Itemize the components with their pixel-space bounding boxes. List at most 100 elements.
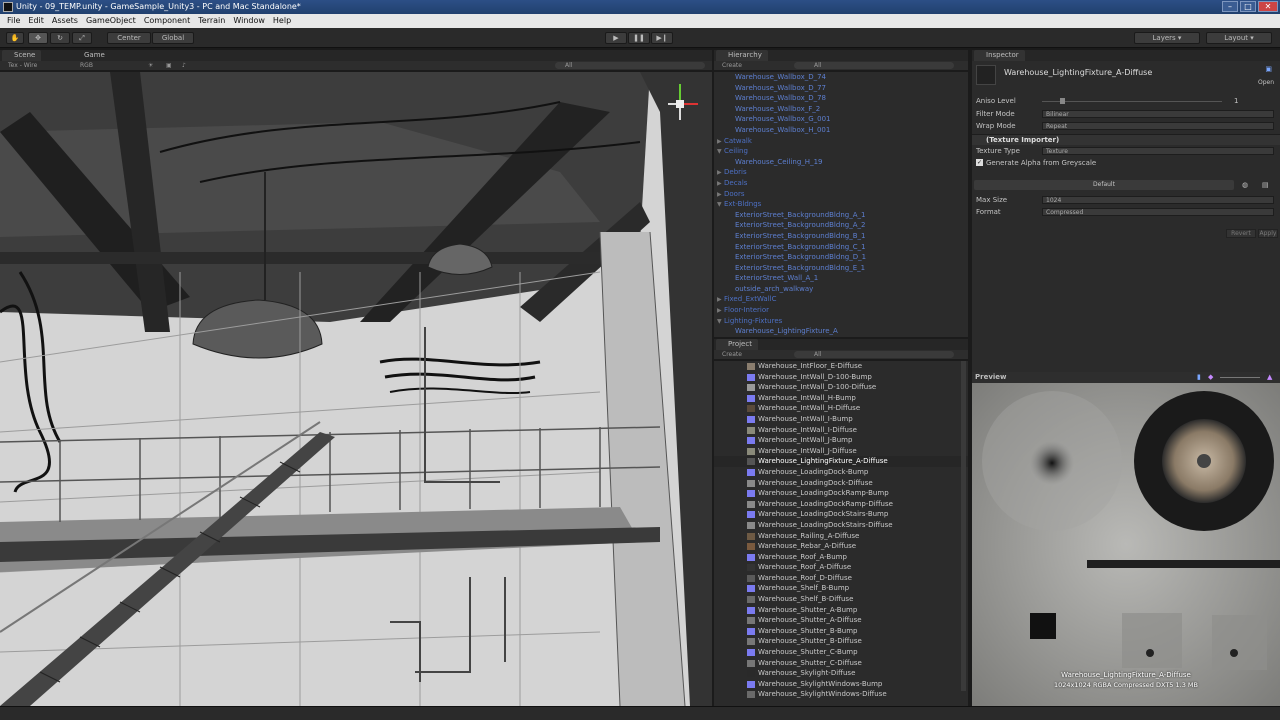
layers-dropdown[interactable]: Layers ▾	[1134, 32, 1200, 44]
hand-tool-icon[interactable]: ✋	[6, 32, 24, 44]
menu-help[interactable]: Help	[269, 14, 295, 28]
format-dropdown[interactable]: Compressed	[1042, 208, 1274, 216]
project-asset-item[interactable]: Warehouse_Rebar_A-Diffuse	[714, 541, 968, 552]
tab-project[interactable]: Project	[716, 339, 758, 350]
minimize-icon[interactable]: –	[1222, 1, 1238, 12]
project-asset-item[interactable]: Warehouse_Roof_D-Diffuse	[714, 573, 968, 584]
project-asset-item[interactable]: Warehouse_LoadingDock-Bump	[714, 467, 968, 478]
menu-terrain[interactable]: Terrain	[194, 14, 229, 28]
project-asset-item[interactable]: Warehouse_LightingFixture_A-Diffuse	[714, 456, 968, 467]
expand-down-icon[interactable]: ▼	[717, 147, 724, 158]
project-asset-item[interactable]: Warehouse_LoadingDockRamp-Bump	[714, 488, 968, 499]
menu-assets[interactable]: Assets	[48, 14, 82, 28]
importer-header[interactable]: (Texture Importer)	[972, 134, 1280, 145]
hierarchy-item[interactable]: ▶ Floor-Interior	[714, 305, 968, 316]
settings-icon[interactable]: ▣	[1265, 65, 1272, 73]
image-toggle-icon[interactable]: ▣	[166, 61, 172, 70]
hierarchy-item[interactable]: ▶ Fixed_ExtWallC	[714, 294, 968, 305]
aniso-value[interactable]: 1	[1234, 97, 1238, 105]
play-button[interactable]: ▶	[605, 32, 627, 44]
tab-scene[interactable]: Scene	[2, 50, 42, 61]
project-asset-item[interactable]: Warehouse_IntWall_H-Diffuse	[714, 403, 968, 414]
standalone-platform-icon[interactable]: ▤	[1262, 181, 1269, 189]
hierarchy-item[interactable]: ▼ Ceiling	[714, 146, 968, 157]
hierarchy-item[interactable]: Warehouse_Wallbox_H_001	[714, 125, 968, 136]
hierarchy-search-input[interactable]: All	[794, 62, 954, 69]
hierarchy-item[interactable]: ExteriorStreet_BackgroundBldng_B_1	[714, 231, 968, 242]
project-asset-item[interactable]: Warehouse_IntFloor_E-Diffuse	[714, 361, 968, 372]
platform-tab-default[interactable]: Default	[974, 180, 1234, 190]
mip-icon[interactable]: ▲	[1267, 372, 1272, 383]
hierarchy-item[interactable]: ▶ Debris	[714, 167, 968, 178]
pivot-center-button[interactable]: Center	[107, 32, 151, 44]
color-mode-dropdown[interactable]: RGB	[80, 61, 93, 70]
expand-right-icon[interactable]: ▶	[717, 179, 724, 190]
project-asset-item[interactable]: Warehouse_IntWall_J-Bump	[714, 435, 968, 446]
hierarchy-item[interactable]: ExteriorStreet_BackgroundBldng_C_1	[714, 242, 968, 253]
project-scrollbar[interactable]	[961, 361, 966, 691]
project-asset-item[interactable]: Warehouse_IntWall_J-Diffuse	[714, 446, 968, 457]
menu-component[interactable]: Component	[140, 14, 194, 28]
project-asset-item[interactable]: Warehouse_Shutter_A-Bump	[714, 605, 968, 616]
rgb-toggle-icon[interactable]: ▮	[1197, 372, 1201, 383]
mip-slider[interactable]	[1220, 377, 1260, 378]
tab-inspector[interactable]: Inspector	[974, 50, 1025, 61]
project-create-button[interactable]: Create	[722, 350, 742, 359]
hierarchy-item[interactable]: ExteriorStreet_BackgroundBldng_D_1	[714, 252, 968, 263]
project-asset-item[interactable]: Warehouse_SkylightWindows-Diffuse	[714, 689, 968, 700]
hierarchy-item[interactable]: outside_arch_walkway	[714, 284, 968, 295]
render-mode-dropdown[interactable]: Tex - Wire	[8, 61, 37, 70]
menu-file[interactable]: File	[3, 14, 24, 28]
project-asset-item[interactable]: Warehouse_LoadingDockStairs-Bump	[714, 509, 968, 520]
max-size-dropdown[interactable]: 1024	[1042, 196, 1274, 204]
hierarchy-item[interactable]: Warehouse_Wallbox_F_2	[714, 104, 968, 115]
lighting-toggle-icon[interactable]: ☀	[148, 61, 153, 70]
hierarchy-item[interactable]: ▶ Doors	[714, 189, 968, 200]
expand-down-icon[interactable]: ▼	[717, 317, 724, 328]
alpha-checkbox[interactable]: ✓	[976, 159, 983, 166]
scene-search-input[interactable]: All	[555, 62, 705, 69]
step-button[interactable]: ▶❙	[651, 32, 673, 44]
hierarchy-item[interactable]: Warehouse_LightingFixture_A	[714, 326, 968, 337]
project-asset-item[interactable]: Warehouse_Shelf_B-Diffuse	[714, 594, 968, 605]
project-asset-item[interactable]: Warehouse_LoadingDockStairs-Diffuse	[714, 520, 968, 531]
hierarchy-item[interactable]: ExteriorStreet_BackgroundBldng_E_1	[714, 263, 968, 274]
texture-type-dropdown[interactable]: Texture	[1042, 147, 1274, 155]
project-asset-item[interactable]: Warehouse_IntWall_D-100-Bump	[714, 372, 968, 383]
project-asset-item[interactable]: Warehouse_Railing_A-Diffuse	[714, 531, 968, 542]
project-asset-item[interactable]: Warehouse_IntWall_H-Bump	[714, 393, 968, 404]
project-asset-item[interactable]: Warehouse_SkylightWindows-Bump	[714, 679, 968, 690]
project-asset-item[interactable]: Warehouse_Shelf_B-Bump	[714, 583, 968, 594]
hierarchy-item[interactable]: ExteriorStreet_Wall_A_1	[714, 273, 968, 284]
project-search-input[interactable]: All	[794, 351, 954, 358]
hierarchy-item[interactable]: ExteriorStreet_BackgroundBldng_A_1	[714, 210, 968, 221]
filter-mode-dropdown[interactable]: Bilinear	[1042, 110, 1274, 118]
project-asset-item[interactable]: Warehouse_IntWall_D-100-Diffuse	[714, 382, 968, 393]
project-asset-item[interactable]: Warehouse_Skylight-Diffuse	[714, 668, 968, 679]
space-global-button[interactable]: Global	[152, 32, 194, 44]
alpha-toggle-icon[interactable]: ◆	[1208, 372, 1213, 383]
revert-button[interactable]: Revert	[1226, 229, 1256, 238]
hierarchy-item[interactable]: ▶ Catwalk	[714, 136, 968, 147]
project-asset-item[interactable]: Warehouse_Shutter_C-Diffuse	[714, 658, 968, 669]
maximize-icon[interactable]: □	[1240, 1, 1256, 12]
hierarchy-item[interactable]: Warehouse_Wallbox_G_001	[714, 114, 968, 125]
scale-tool-icon[interactable]: ⤢	[72, 32, 92, 44]
close-icon[interactable]: ✕	[1258, 1, 1278, 12]
tab-game[interactable]: Game	[72, 50, 111, 61]
project-asset-item[interactable]: Warehouse_Shutter_B-Bump	[714, 626, 968, 637]
hierarchy-item[interactable]: Warehouse_Wallbox_D_74	[714, 72, 968, 83]
pause-button[interactable]: ❚❚	[628, 32, 650, 44]
menu-gameobject[interactable]: GameObject	[82, 14, 140, 28]
project-asset-item[interactable]: Warehouse_IntWall_I-Diffuse	[714, 425, 968, 436]
hierarchy-item[interactable]: ▶ Decals	[714, 178, 968, 189]
project-asset-item[interactable]: Warehouse_IntWall_I-Bump	[714, 414, 968, 425]
audio-toggle-icon[interactable]: ♪	[182, 61, 186, 70]
project-asset-item[interactable]: Warehouse_Shutter_C-Bump	[714, 647, 968, 658]
hierarchy-item[interactable]: ▼ Ext-Bldngs	[714, 199, 968, 210]
hierarchy-item[interactable]: Warehouse_Wallbox_D_78	[714, 93, 968, 104]
hierarchy-item[interactable]: ▼ Lighting-Fixtures	[714, 316, 968, 327]
menu-window[interactable]: Window	[229, 14, 269, 28]
hierarchy-item[interactable]: Warehouse_Wallbox_D_77	[714, 83, 968, 94]
wrap-mode-dropdown[interactable]: Repeat	[1042, 122, 1274, 130]
